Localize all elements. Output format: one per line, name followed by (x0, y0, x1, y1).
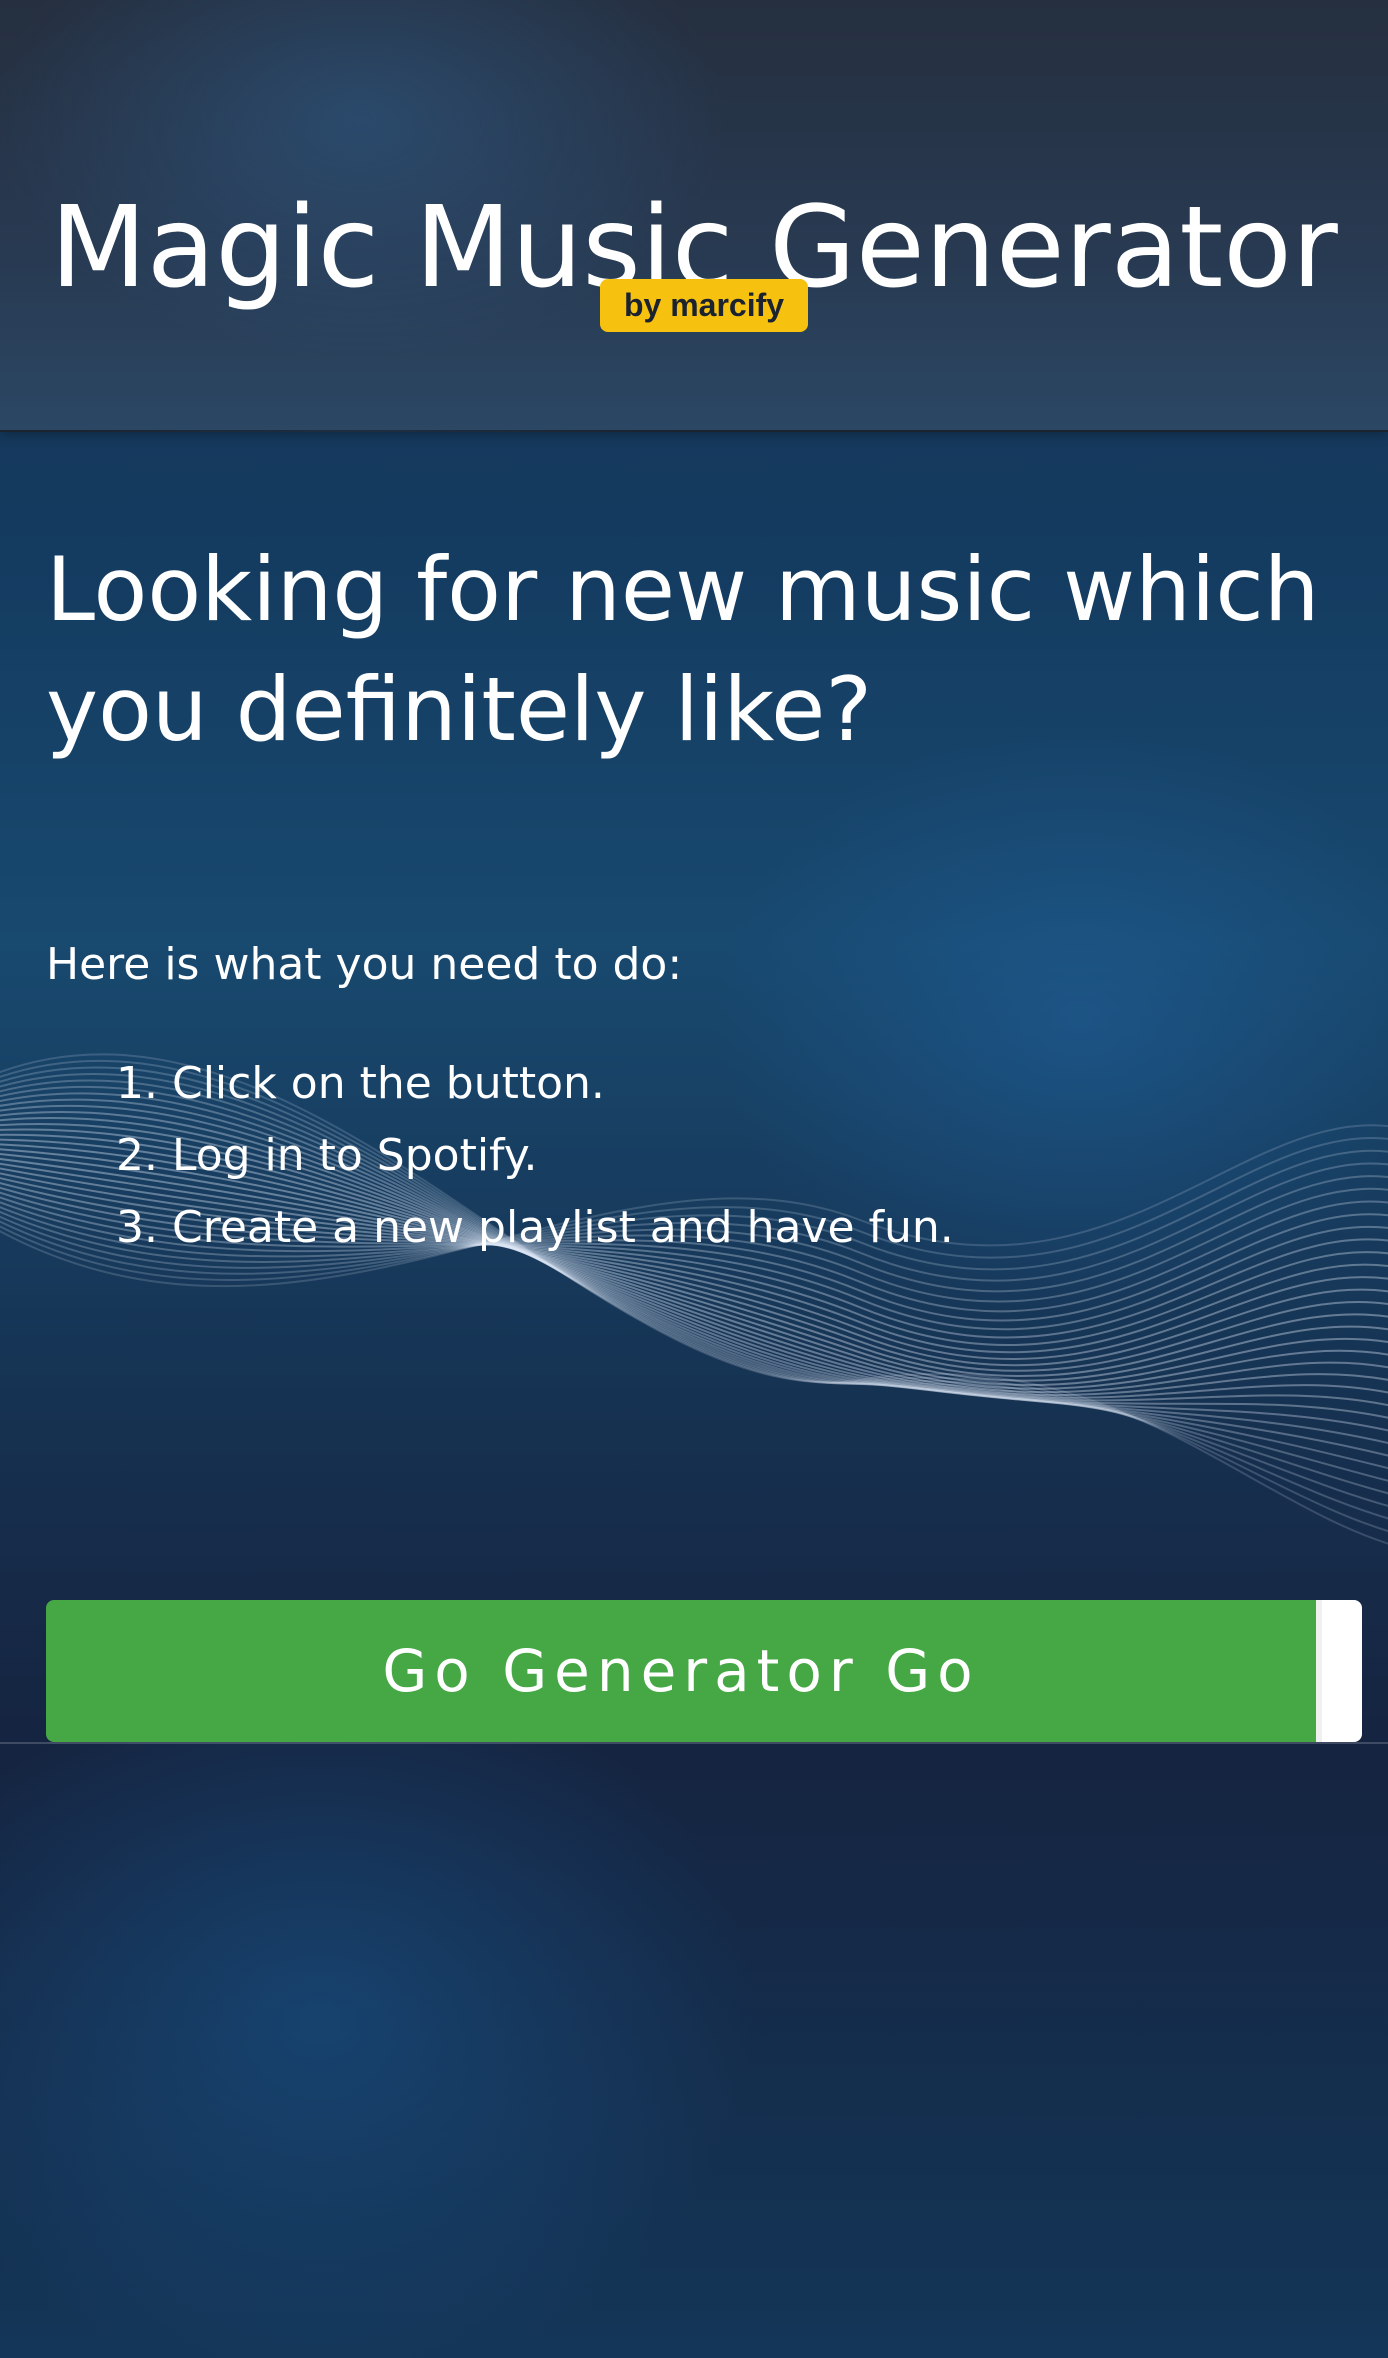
section-divider (0, 1742, 1388, 1744)
instructions-intro: Here is what you need to do: (46, 939, 683, 990)
step-item: 3. Create a new playlist and have fun. (116, 1202, 954, 1253)
go-generator-button[interactable]: Go Generator Go (46, 1600, 1316, 1742)
page-headline: Looking for new music which you definite… (46, 538, 1320, 761)
steps-list: 1. Click on the button. 2. Log in to Spo… (116, 1054, 954, 1270)
author-badge: by marcify (600, 279, 808, 332)
step-item: 1. Click on the button. (116, 1058, 605, 1109)
step-item: 2. Log in to Spotify. (116, 1130, 538, 1181)
site-header: Magic Music Generator by marcify (0, 0, 1388, 432)
button-edge (1316, 1600, 1362, 1742)
